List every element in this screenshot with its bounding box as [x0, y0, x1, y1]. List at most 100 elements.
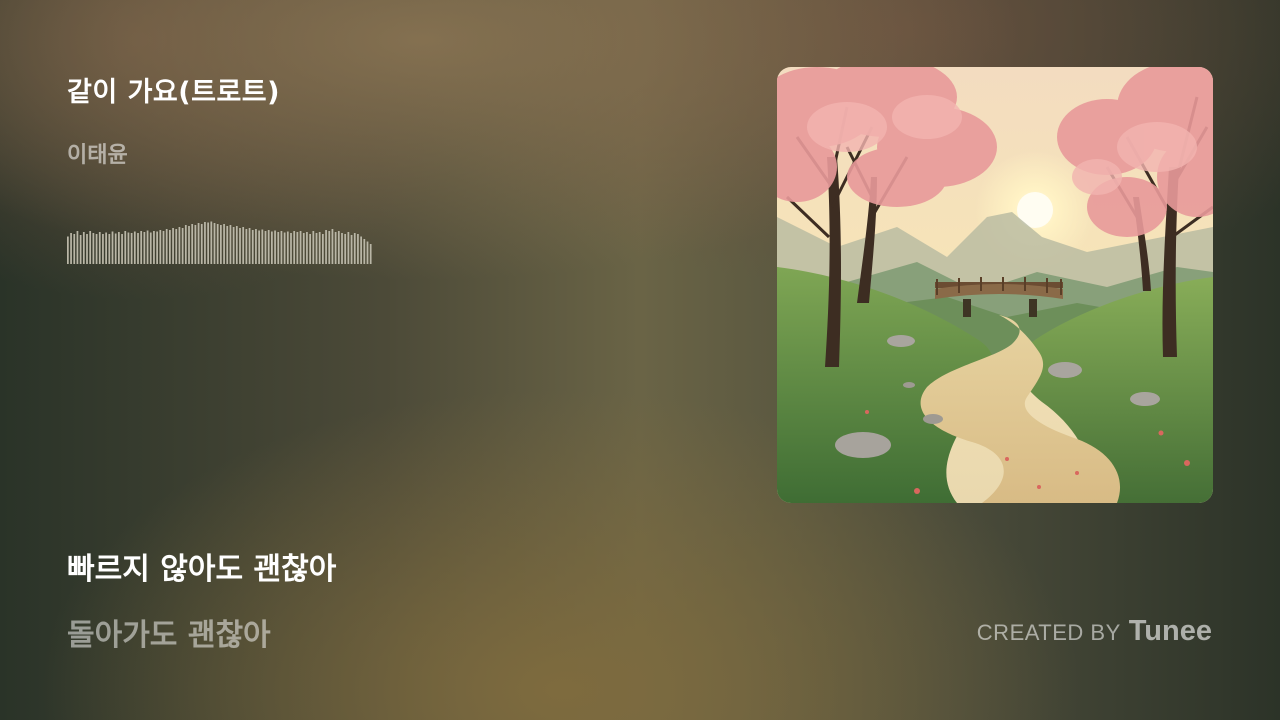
waveform-bar: [277, 232, 280, 264]
waveform-bar: [235, 226, 238, 264]
waveform-bar: [143, 232, 146, 264]
waveform-bar: [302, 233, 305, 264]
next-lyric-line: 돌아가도 괜찮아: [67, 618, 271, 653]
created-by-credit: CREATED BY Tunee: [977, 615, 1212, 648]
waveform-bar: [159, 230, 162, 264]
waveform-bar: [353, 233, 356, 264]
waveform-bar: [296, 232, 299, 264]
created-by-label: CREATED BY: [976, 620, 1121, 645]
waveform-bar: [95, 234, 98, 264]
waveform-bar: [188, 226, 190, 264]
waveform-bar: [357, 234, 359, 264]
waveform-bar: [210, 221, 213, 264]
waveform-bar: [191, 224, 194, 264]
waveform-bar: [267, 230, 270, 264]
waveform-bar: [331, 229, 334, 264]
waveform-bar: [242, 227, 245, 264]
waveform-bar: [207, 222, 209, 264]
current-lyric-line: 빠르지 않아도 괜찮아: [67, 552, 337, 587]
waveform-bar: [121, 234, 123, 264]
waveform-bar: [194, 225, 197, 264]
waveform-bar: [350, 235, 353, 264]
waveform-bar: [172, 228, 174, 264]
waveform-bar: [264, 231, 267, 264]
waveform-bar: [137, 233, 139, 264]
waveform-bar: [261, 229, 264, 264]
waveform-bar: [271, 231, 273, 264]
waveform-bar: [334, 232, 337, 264]
waveform-bar: [70, 233, 72, 264]
waveform-bar: [216, 224, 219, 264]
waveform-bar: [76, 231, 79, 264]
waveform-bar: [178, 227, 181, 264]
waveform-bar: [255, 229, 257, 264]
waveform-bar: [299, 231, 302, 264]
waveform-bar: [283, 232, 286, 264]
waveform-bar: [127, 232, 130, 264]
waveform-bar: [344, 234, 347, 264]
waveform-bar: [363, 239, 366, 264]
waveform-bar: [258, 230, 260, 264]
waveform-bar: [149, 232, 152, 264]
waveform-bar: [274, 230, 276, 264]
waveform-bar: [309, 234, 311, 264]
waveform-bar: [251, 230, 254, 264]
waveform-bar: [156, 231, 158, 264]
waveform-bar: [181, 228, 184, 264]
waveform-bar: [337, 231, 340, 264]
waveform-bar: [118, 232, 120, 264]
waveform-bar: [86, 234, 88, 264]
waveform-bar: [73, 234, 76, 264]
waveform-bar: [245, 229, 248, 264]
waveform-bar: [79, 235, 82, 264]
waveform-bar: [293, 231, 296, 264]
waveform-bar: [124, 231, 127, 264]
brand-name: Tunee: [1128, 615, 1212, 647]
waveform-bar: [286, 231, 289, 264]
waveform-bar: [165, 229, 168, 264]
waveform-bar: [229, 225, 232, 264]
waveform-bar: [226, 226, 229, 264]
waveform-bar: [318, 232, 321, 264]
song-title: 같이 가요(트로트): [67, 77, 280, 108]
waveform-bar: [197, 223, 200, 264]
album-cover: [777, 67, 1213, 503]
waveform-bar: [280, 231, 283, 264]
waveform-bar: [114, 233, 117, 264]
waveform-bar: [369, 244, 372, 264]
waveform-bar: [360, 236, 362, 264]
waveform-bar: [92, 233, 95, 264]
waveform-bar: [306, 232, 308, 264]
waveform-bar: [82, 232, 85, 264]
waveform-bar: [204, 222, 206, 264]
waveform-bar: [146, 230, 149, 264]
waveform-bar: [290, 233, 292, 264]
waveform-bar: [140, 231, 143, 264]
waveform-bar: [366, 241, 369, 264]
waveform-bar: [111, 231, 114, 264]
album-cover-image: [777, 67, 1213, 503]
waveform-bar: [162, 231, 165, 264]
waveform-bar: [341, 233, 343, 264]
waveform-bar: [325, 230, 327, 264]
waveform-bar: [108, 234, 111, 264]
waveform-bar: [102, 234, 104, 264]
waveform-bar: [223, 224, 225, 264]
waveform-bar: [220, 225, 222, 264]
waveform-bar: [98, 232, 101, 264]
waveform-bar: [175, 229, 178, 264]
waveform-bar: [200, 224, 203, 264]
waveform-bar: [89, 231, 92, 264]
waveform-bar: [315, 233, 318, 264]
waveform-bar: [312, 231, 315, 264]
waveform-bar: [213, 223, 216, 264]
waveform-bar: [153, 231, 155, 264]
waveform-bar: [67, 236, 69, 264]
waveform-bar: [239, 228, 241, 264]
waveform-bar: [184, 225, 187, 264]
waveform-bar: [169, 230, 171, 264]
waveform-bar: [232, 227, 235, 264]
waveform-bar: [105, 232, 107, 264]
audio-waveform: [67, 221, 372, 264]
waveform-bar: [328, 231, 331, 264]
